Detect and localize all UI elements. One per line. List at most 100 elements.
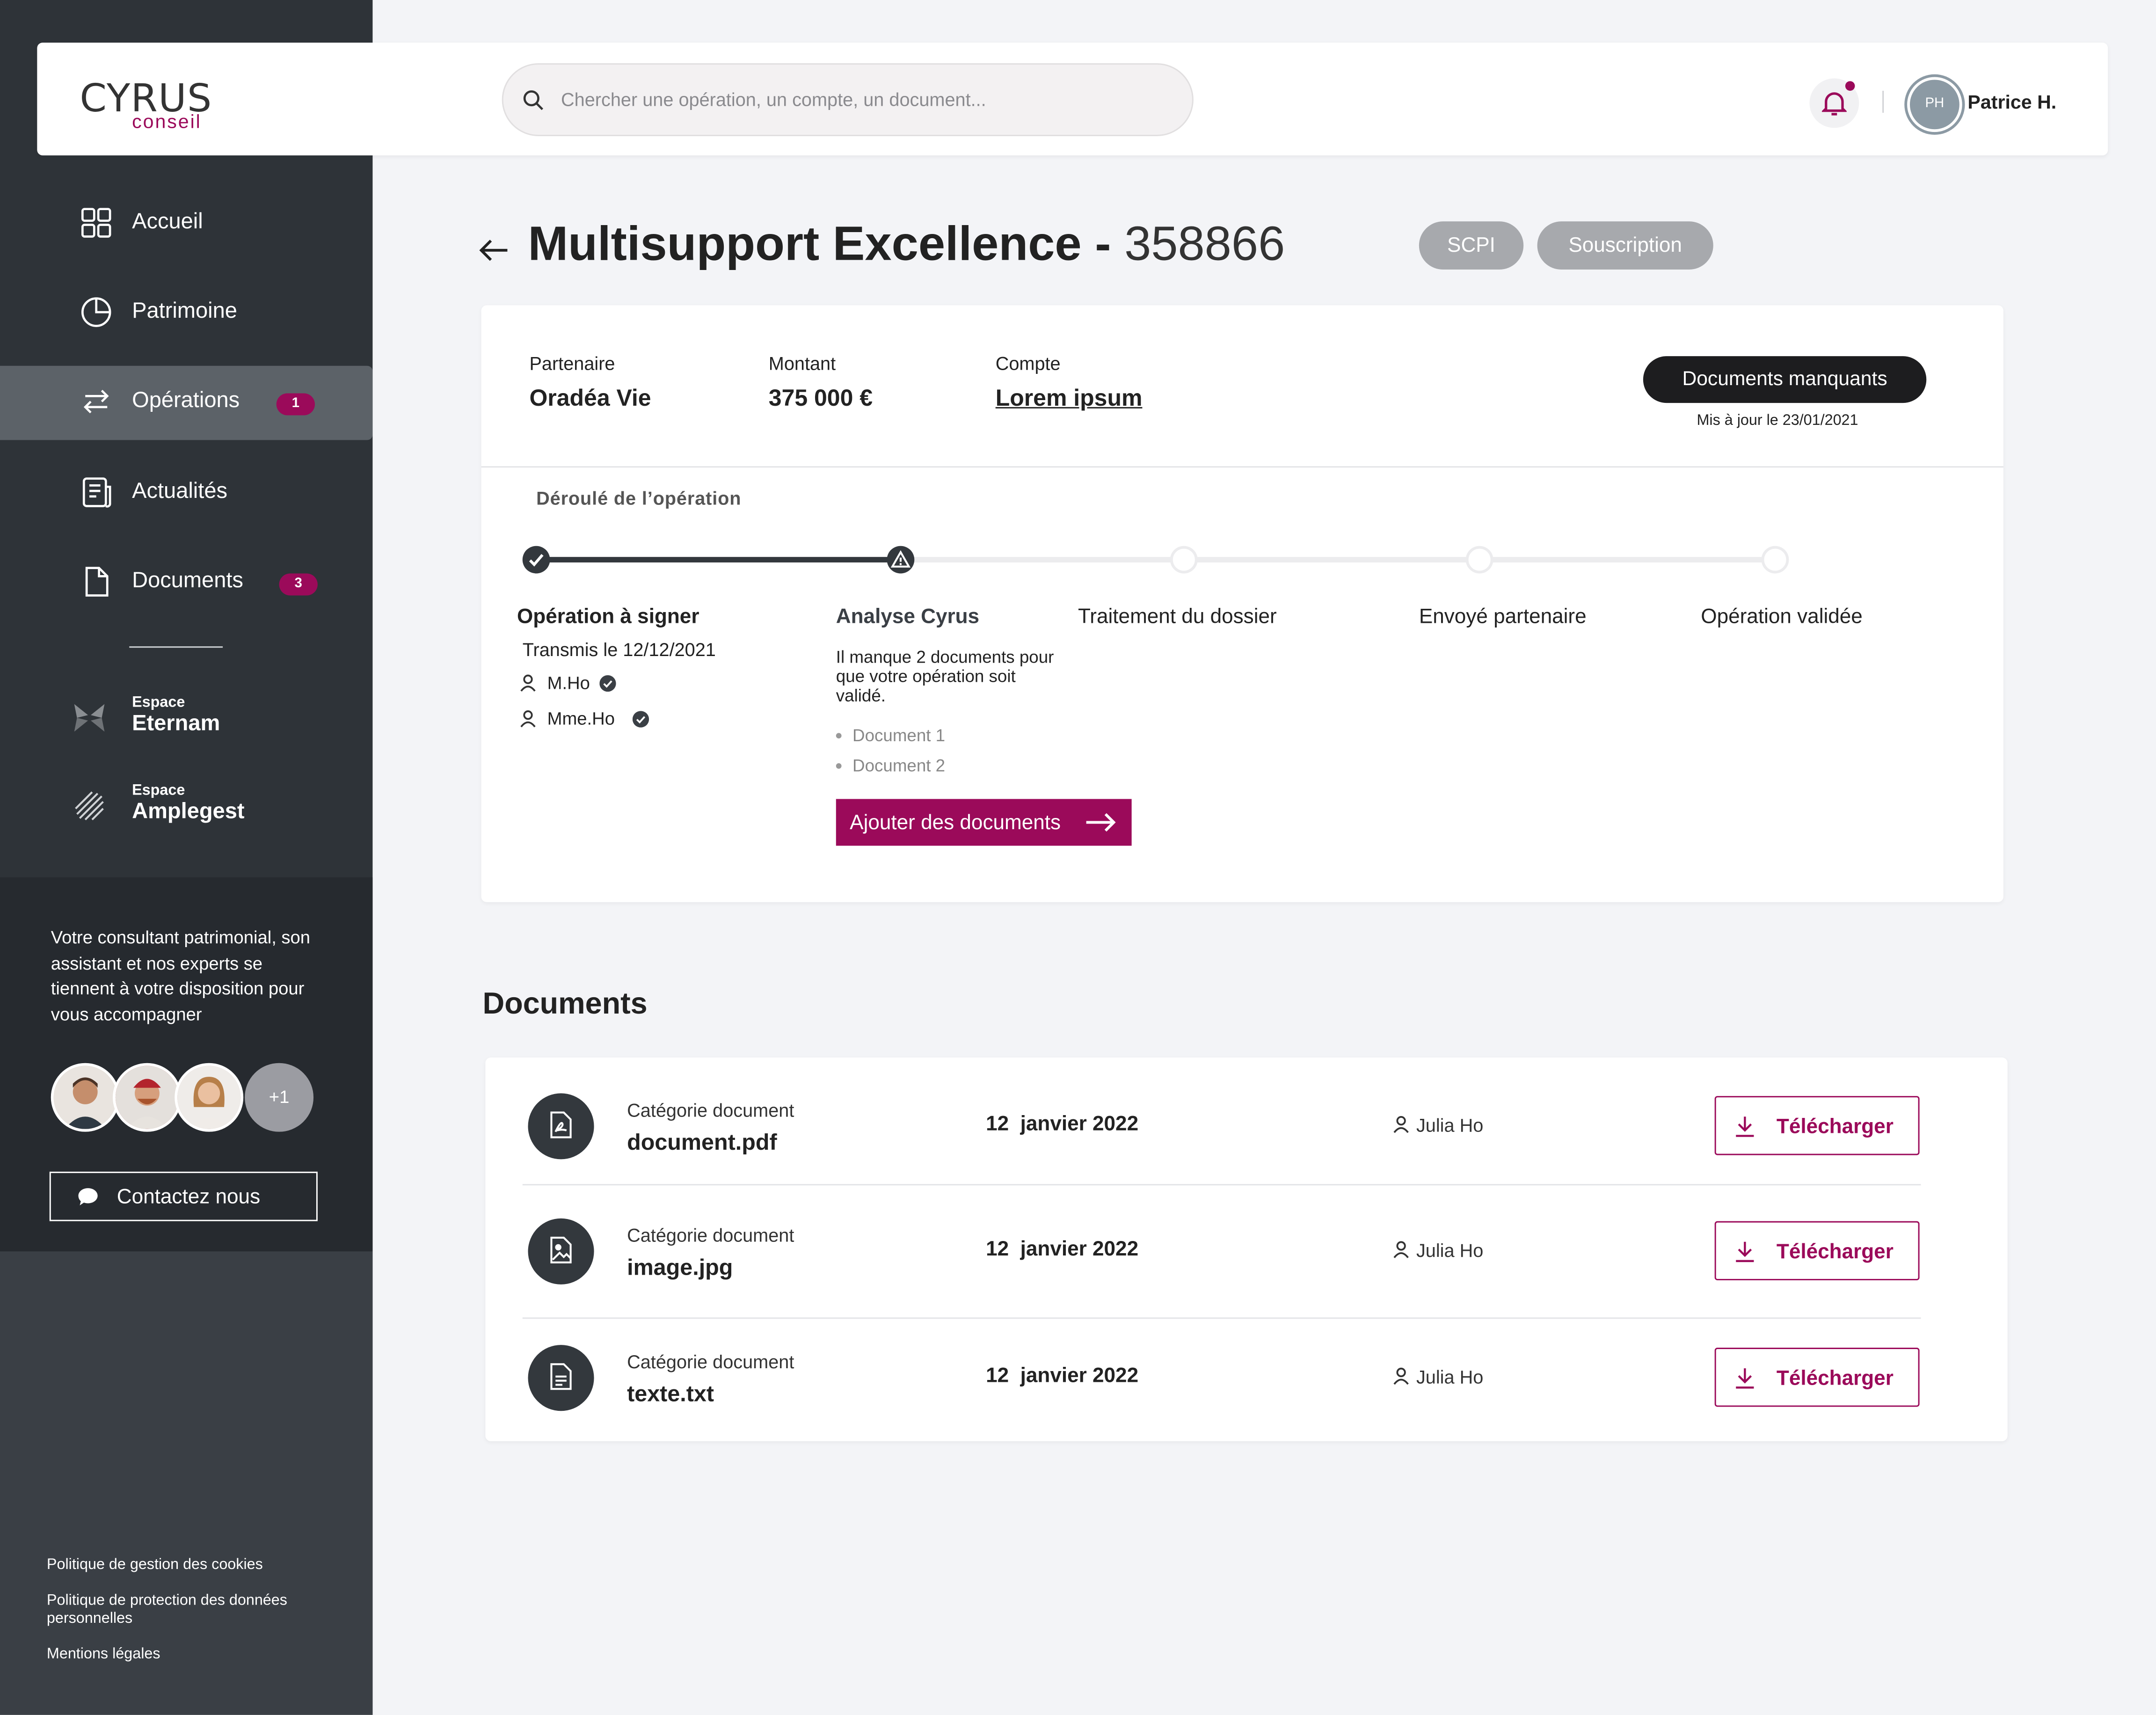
user-icon <box>1393 1367 1409 1385</box>
step-title: Opération à signer <box>517 605 699 629</box>
notification-badge: 3 <box>279 573 318 596</box>
download-label: Télécharger <box>1776 1240 1894 1264</box>
download-icon <box>1736 1117 1754 1137</box>
download-icon <box>1736 1241 1754 1263</box>
notification-dot <box>1845 81 1855 91</box>
page-title: Multisupport Excellence - 358866 <box>528 217 1285 272</box>
user-icon <box>520 674 536 692</box>
check-circle-icon <box>632 711 649 728</box>
bell-icon <box>1821 92 1847 116</box>
sidebar-divider <box>129 646 223 648</box>
cookies-policy-link[interactable]: Politique de gestion des cookies <box>47 1557 335 1575</box>
pie-chart-icon <box>81 297 111 327</box>
sidebar-item-label: Patrimoine <box>132 299 237 323</box>
document-date: 12 janvier 2022 <box>986 1112 1139 1136</box>
back-arrow-icon[interactable] <box>479 236 509 264</box>
document-category: Catégorie document <box>627 1225 794 1246</box>
image-file-icon <box>528 1218 594 1284</box>
avatar[interactable] <box>112 1063 182 1132</box>
amplegest-logo-icon <box>75 791 104 820</box>
privacy-policy-link[interactable]: Politique de protection des données pers… <box>47 1592 335 1628</box>
sidebar-item-actualites[interactable]: Actualités <box>0 457 372 531</box>
timeline-heading: Déroulé de l’opération <box>536 488 742 509</box>
avatar[interactable] <box>175 1063 244 1132</box>
step-title: Opération validée <box>1701 605 1863 629</box>
documents-heading: Documents <box>482 986 648 1021</box>
step-done-icon <box>522 546 550 574</box>
news-icon <box>82 477 111 508</box>
tag-souscription: Souscription <box>1537 221 1713 270</box>
sidebar-item-documents[interactable]: Documents 3 <box>0 546 372 620</box>
missing-doc-name: Document 2 <box>852 756 946 776</box>
add-documents-button[interactable]: Ajouter des documents <box>836 799 1132 846</box>
user-avatar[interactable]: PH <box>1907 77 1962 132</box>
document-owner: Julia Ho <box>1416 1240 1484 1261</box>
sidebar-item-patrimoine[interactable]: Patrimoine <box>0 277 372 351</box>
contact-button[interactable]: Contactez nous <box>49 1171 318 1221</box>
amount-label: Montant <box>768 353 836 374</box>
search-placeholder: Chercher une opération, un compte, un do… <box>561 89 986 110</box>
document-category: Catégorie document <box>627 1351 794 1372</box>
text-file-icon <box>528 1345 594 1411</box>
missing-doc-name: Document 1 <box>852 726 946 745</box>
espace-amplegest[interactable]: Espace Amplegest <box>0 777 372 837</box>
user-icon <box>520 710 536 728</box>
notifications-button[interactable] <box>1809 78 1859 128</box>
step-title: Traitement du dossier <box>1078 605 1277 629</box>
more-consultants-badge[interactable]: +1 <box>245 1063 314 1132</box>
sidebar-item-label: Opérations <box>132 389 240 413</box>
document-row: Catégorie document texte.txt 12 janvier … <box>523 1311 1921 1436</box>
user-name[interactable]: Patrice H. <box>1967 91 2056 113</box>
tag-scpi: SCPI <box>1419 221 1524 270</box>
espace-name: Amplegest <box>132 800 245 824</box>
card-divider <box>481 466 2003 468</box>
document-row: Catégorie document image.jpg 12 janvier … <box>523 1184 1921 1309</box>
amount-value: 375 000 € <box>768 385 873 411</box>
document-category: Catégorie document <box>627 1100 794 1121</box>
operation-number: 358866 <box>1124 217 1285 271</box>
document-row: Catégorie document document.pdf 12 janvi… <box>523 1059 1921 1184</box>
document-date: 12 janvier 2022 <box>986 1364 1139 1388</box>
espace-name: Eternam <box>132 712 220 736</box>
pdf-icon <box>528 1093 594 1160</box>
download-button[interactable]: Télécharger <box>1714 1221 1920 1281</box>
user-icon <box>1393 1116 1409 1133</box>
arrows-icon <box>83 389 109 414</box>
header-divider <box>1882 90 1884 113</box>
download-label: Télécharger <box>1776 1367 1894 1391</box>
sidebar-item-operations[interactable]: Opérations 1 <box>0 365 373 440</box>
espace-eternam[interactable]: Espace Eternam <box>0 689 372 749</box>
espace-label: Espace <box>132 782 185 799</box>
legal-notice-link[interactable]: Mentions légales <box>47 1646 335 1664</box>
add-documents-label: Ajouter des documents <box>850 811 1061 835</box>
document-name[interactable]: document.pdf <box>627 1131 777 1157</box>
download-button[interactable]: Télécharger <box>1714 1348 1920 1407</box>
eternam-logo-icon <box>74 704 105 732</box>
document-icon <box>85 567 109 597</box>
cyrus-logo[interactable]: CYRUS conseil <box>80 76 217 133</box>
account-link[interactable]: Lorem ipsum <box>996 385 1143 413</box>
consultant-text: Votre consultant patrimonial, son assist… <box>51 927 311 1024</box>
sidebar-item-label: Actualités <box>132 480 228 504</box>
document-owner: Julia Ho <box>1416 1115 1484 1136</box>
step-pending-icon <box>1170 546 1198 574</box>
partner-label: Partenaire <box>529 353 615 374</box>
search-input[interactable]: Chercher une opération, un compte, un do… <box>502 63 1194 136</box>
step-pending-icon <box>1761 546 1789 574</box>
document-name[interactable]: texte.txt <box>627 1382 714 1408</box>
transmission-date: Transmis le 12/12/2021 <box>522 639 716 660</box>
espace-label: Espace <box>132 694 185 711</box>
sidebar-item-label: Accueil <box>132 210 203 234</box>
avatar[interactable] <box>51 1063 120 1132</box>
step-pending-icon <box>1465 546 1493 574</box>
notification-badge: 1 <box>276 393 315 416</box>
operation-name: Multisupport Excellence - <box>528 217 1111 271</box>
document-name[interactable]: image.jpg <box>627 1255 733 1282</box>
download-button[interactable]: Télécharger <box>1714 1096 1920 1155</box>
bullet <box>836 733 842 739</box>
signer-name: Mme.Ho <box>547 708 615 729</box>
missing-documents-button[interactable]: Documents manquants <box>1643 356 1927 403</box>
sidebar-item-label: Documents <box>132 569 243 593</box>
sidebar-item-accueil[interactable]: Accueil <box>0 187 372 262</box>
bullet <box>836 763 842 769</box>
